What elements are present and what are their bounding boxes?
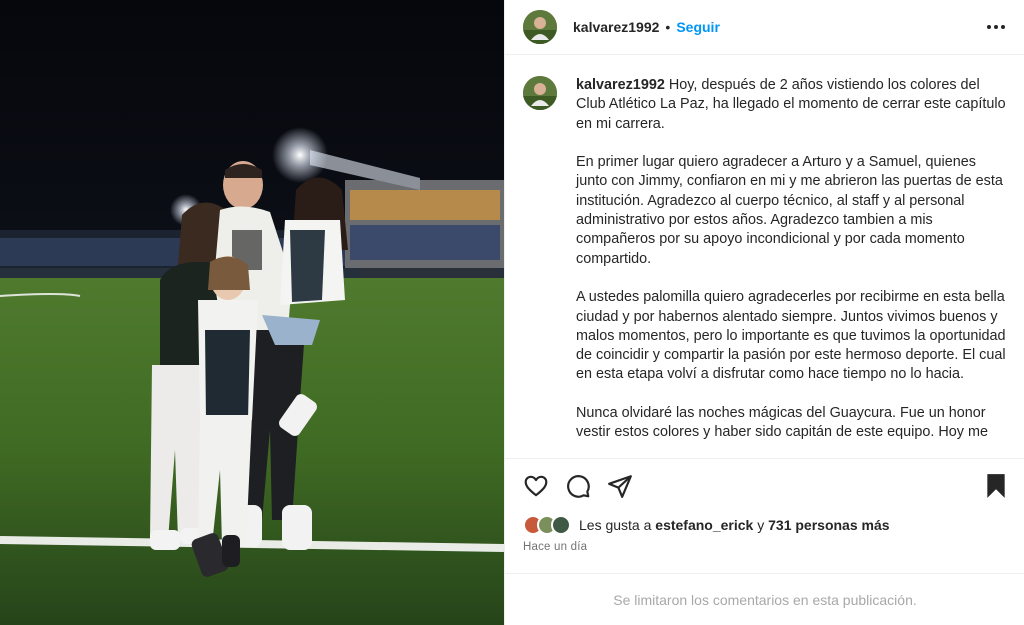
post-header: kalvarez1992 • Seguir <box>505 0 1024 55</box>
more-options-icon[interactable] <box>984 15 1008 39</box>
post-timestamp[interactable]: Hace un día <box>523 541 587 553</box>
author-avatar[interactable] <box>523 10 557 44</box>
separator-dot: • <box>665 19 671 35</box>
caption-paragraph-4: Nunca olvidaré las noches mágicas del Gu… <box>576 405 988 441</box>
action-bar <box>505 458 1024 513</box>
likes-others-link[interactable]: 731 personas más <box>768 517 889 533</box>
caption-section: kalvarez1992 Hoy, después de 2 años vist… <box>505 56 1024 458</box>
bookmark-icon[interactable] <box>981 471 1011 501</box>
liker-username[interactable]: estefano_erick <box>655 517 753 533</box>
follow-button[interactable]: Seguir <box>676 19 720 35</box>
caption-paragraph: kalvarez1992 Hoy, después de 2 años vist… <box>576 76 1006 134</box>
caption-text: kalvarez1992 Hoy, después de 2 años vist… <box>576 76 1006 458</box>
paper-plane-icon[interactable] <box>605 471 635 501</box>
comment-icon[interactable] <box>563 471 593 501</box>
liker-avatars[interactable] <box>523 515 571 535</box>
author-username[interactable]: kalvarez1992 <box>573 19 659 35</box>
likes-prefix: Les gusta a <box>579 517 652 533</box>
likes-summary: Les gusta a estefano_erick y 731 persona… <box>523 515 890 535</box>
liker-avatar[interactable] <box>551 515 571 535</box>
caption-paragraph-2: En primer lugar quiero agradecer a Artur… <box>576 154 1003 267</box>
comments-limited-text: Se limitaron los comentarios en esta pub… <box>613 591 917 608</box>
comments-limited-notice: Se limitaron los comentarios en esta pub… <box>505 573 1024 625</box>
heart-icon[interactable] <box>521 471 551 501</box>
likes-connector: y <box>757 517 765 533</box>
post-photo-illustration <box>0 0 504 625</box>
post-photo[interactable] <box>0 0 504 625</box>
caption-paragraph-3: A ustedes palomilla quiero agradecerles … <box>576 289 1006 383</box>
caption-username[interactable]: kalvarez1992 <box>576 77 665 93</box>
caption-author-avatar[interactable] <box>523 76 557 110</box>
post-detail-panel: kalvarez1992 • Seguir kalvarez1992 Hoy, … <box>504 0 1024 625</box>
